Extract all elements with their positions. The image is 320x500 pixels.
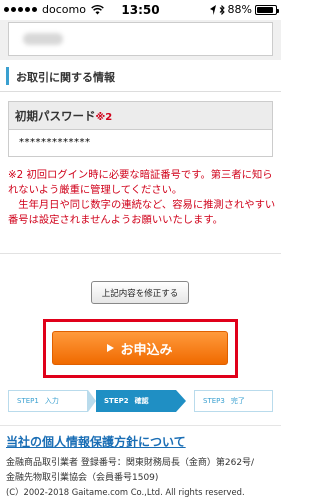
redacted-value [23, 33, 63, 45]
battery-icon [255, 4, 279, 15]
bluetooth-icon [219, 4, 225, 15]
step-3-label: 完了 [230, 397, 245, 405]
location-icon [209, 4, 216, 15]
footer-divider [0, 425, 281, 426]
notice-line-2: 生年月日や同じ数字の連続など、容易に推測されやすい番号は設定されませんようお願い… [8, 199, 276, 226]
password-label-row: 初期パスワード※2 [8, 101, 273, 129]
status-right: 88% [209, 3, 279, 16]
step-arrow-icon [88, 390, 96, 412]
step-2: STEP2 確認 [96, 390, 176, 412]
copyright: (C）2002-2018 Gaitame.com Co.,Ltd. All ri… [6, 487, 245, 497]
previous-field [8, 22, 273, 56]
previous-field-row [0, 20, 281, 60]
password-label-text: 初期パスワード [15, 109, 96, 123]
modify-button[interactable]: 上記内容を修正する [91, 281, 189, 304]
section-accent-bar [6, 67, 9, 85]
section-title: お取引に関する情報 [16, 71, 115, 84]
step-2-label: 確認 [134, 397, 149, 405]
play-icon [107, 344, 115, 352]
apply-button-label: お申込み [120, 342, 173, 358]
step-3: STEP3 完了 [194, 390, 273, 412]
apply-button[interactable]: お申込み [52, 331, 228, 365]
step-1-number: STEP1 [17, 397, 39, 405]
step-1-label: 入力 [44, 397, 59, 405]
registration-line-2: 金融先物取引業協会（会員番号1509) [6, 473, 159, 483]
password-value: ************* [19, 137, 91, 148]
step-indicator: STEP1 入力 STEP2 確認 STEP3 完了 [8, 390, 273, 412]
status-bar: docomo 13:50 88% [0, 0, 281, 20]
password-notice: ※2 初回ログイン時に必要な暗証番号です。第三者に知られないよう厳重に管理してく… [8, 168, 276, 228]
password-note-marker: ※2 [95, 112, 113, 123]
notice-line-1: ※2 初回ログイン時に必要な暗証番号です。第三者に知られないよう厳重に管理してく… [8, 169, 273, 196]
section-header: お取引に関する情報 [0, 60, 281, 92]
password-label: 初期パスワード※2 [15, 108, 112, 124]
battery-percent: 88% [227, 3, 252, 16]
step-2-number: STEP2 [104, 397, 129, 405]
step-3-number: STEP3 [203, 397, 225, 405]
registration-line-1: 金融商品取引業者 登録番号：関東財務局長（金商）第262号/ [6, 458, 255, 468]
privacy-policy-link[interactable]: 当社の個人情報保護方針について [6, 433, 186, 450]
step-arrow-active-icon [176, 390, 186, 412]
password-value-row: ************* [8, 129, 273, 157]
step-1: STEP1 入力 [8, 390, 88, 412]
divider [0, 253, 281, 254]
